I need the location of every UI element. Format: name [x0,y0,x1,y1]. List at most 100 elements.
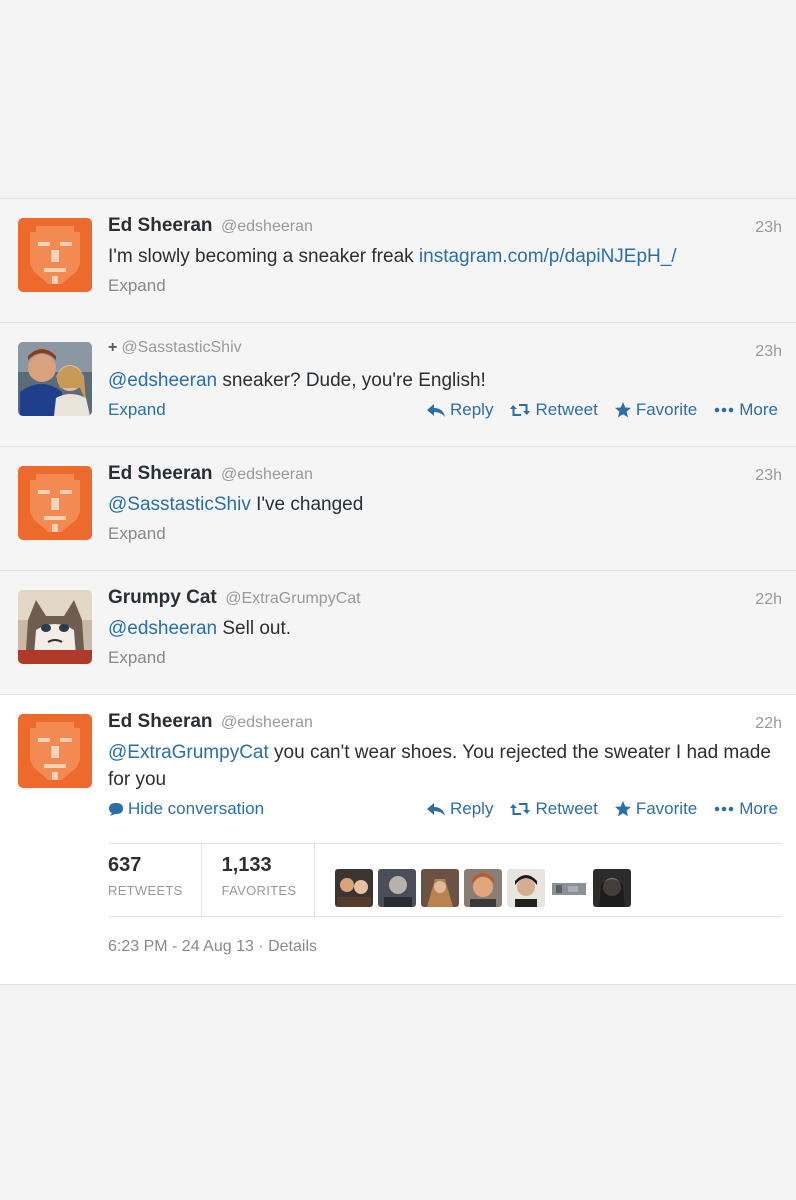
reply-button[interactable]: Reply [426,799,493,819]
expand-link[interactable]: Expand [108,648,166,667]
tweet-timeline: Ed Sheeran @edsheeran 23h I'm slowly bec… [0,198,796,985]
avatar[interactable] [18,342,92,416]
hide-conversation-label: Hide conversation [128,799,265,818]
follow-plus-icon[interactable]: + [108,339,117,356]
retweet-label: Retweet [535,400,598,419]
retweets-label: RETWEETS [108,883,183,898]
avatar[interactable] [18,218,92,292]
retweet-button[interactable]: Retweet [509,799,598,819]
favoriter-avatars [335,844,632,916]
favorite-label: Favorite [635,400,698,419]
tweet-mention[interactable]: @ExtraGrumpyCat [108,742,269,763]
favoriter-avatar[interactable] [593,869,632,907]
favorite-label: Favorite [635,799,698,818]
tweet-username[interactable]: @edsheeran [221,714,313,731]
tweet-username[interactable]: @edsheeran [221,218,313,235]
timestamp-separator: · [253,938,269,955]
retweets-count: 637 [108,854,142,876]
star-icon [614,800,632,818]
tweet-text: I'm slowly becoming a sneaker freak inst… [108,243,782,270]
expand-link[interactable]: Expand [108,524,166,543]
retweet-icon [509,801,531,817]
favorites-stat[interactable]: 1,133 FAVORITES [222,844,316,916]
star-icon [614,401,632,419]
tweet-item[interactable]: Grumpy Cat @ExtraGrumpyCat 22h @edsheera… [0,570,796,694]
tweet-username[interactable]: @SasstasticShiv [121,339,241,356]
tweet-item-expanded[interactable]: Ed Sheeran @edsheeran 22h @ExtraGrumpyCa… [0,694,796,985]
retweet-icon [509,402,531,418]
retweet-label: Retweet [535,799,598,818]
favoriter-avatar[interactable] [464,869,503,907]
more-icon [713,406,735,414]
details-link[interactable]: Details [268,938,317,955]
tweet-time[interactable]: 22h [755,591,782,609]
timestamp-text[interactable]: 6:23 PM - 24 Aug 13 [108,938,254,955]
favoriter-avatar[interactable] [335,869,374,907]
tweet-text: @ExtraGrumpyCat you can't wear shoes. Yo… [108,739,782,793]
user-photo-icon [421,869,460,907]
reply-icon [426,801,446,817]
tweet-text-body: sneaker? Dude, you're English! [217,370,486,391]
user-photo-icon [593,869,632,907]
ed-sheeran-avatar-icon [18,466,92,540]
couple-avatar-icon [18,342,92,416]
user-photo-icon [507,869,546,907]
tweet-item[interactable]: + @SasstasticShiv 23h @edsheeran sneaker?… [0,322,796,446]
favorites-count: 1,133 [221,854,272,876]
tweet-time[interactable]: 23h [755,467,782,485]
more-label: More [739,400,778,419]
tweet-text-body: Sell out. [217,618,292,639]
tweet-fullname[interactable]: Ed Sheeran [108,711,213,732]
tweet-mention[interactable]: @edsheeran [108,370,217,391]
tweet-username[interactable]: @edsheeran [221,466,313,483]
grumpy-cat-avatar-icon [18,590,92,664]
avatar[interactable] [18,466,92,540]
tweet-time[interactable]: 23h [755,343,782,361]
tweet-text-body: I've changed [250,494,364,515]
reply-icon [426,402,446,418]
tweet-text-body: I'm slowly becoming a sneaker freak [108,246,419,267]
tweet-timestamp: 6:23 PM - 24 Aug 13 · Details [108,938,317,956]
favoriter-avatar[interactable] [507,869,546,907]
tweet-item[interactable]: Ed Sheeran @edsheeran 23h @SasstasticShi… [0,446,796,570]
hide-conversation-link[interactable]: Hide conversation [108,799,264,819]
tweet-fullname[interactable]: Ed Sheeran [108,215,213,236]
tweet-time[interactable]: 23h [755,219,782,237]
favoriter-avatar[interactable] [378,869,417,907]
avatar[interactable] [18,714,92,788]
tweet-mention[interactable]: @edsheeran [108,618,217,639]
favorite-button[interactable]: Favorite [614,400,697,420]
favoriter-avatar[interactable] [421,869,460,907]
tweet-fullname[interactable]: Grumpy Cat [108,587,217,608]
tweet-username[interactable]: @ExtraGrumpyCat [225,590,360,607]
user-photo-icon [335,869,374,907]
favorite-button[interactable]: Favorite [614,799,697,819]
tweet-actions: Reply Retweet Favorite More [426,799,778,819]
favoriter-avatar[interactable] [550,869,589,907]
more-button[interactable]: More [713,400,778,420]
avatar[interactable] [18,590,92,664]
reply-label: Reply [450,799,494,818]
more-icon [713,805,735,813]
reply-button[interactable]: Reply [426,400,493,420]
user-photo-icon [550,869,589,907]
tweet-link[interactable]: instagram.com/p/dapiNJEpH_/ [419,246,677,267]
tweet-time[interactable]: 22h [755,715,782,733]
reply-label: Reply [450,400,494,419]
tweet-item[interactable]: Ed Sheeran @edsheeran 23h I'm slowly bec… [0,198,796,322]
ed-sheeran-avatar-icon [18,218,92,292]
tweet-mention[interactable]: @SasstasticShiv [108,494,251,515]
expand-link[interactable]: Expand [108,400,166,419]
more-button[interactable]: More [713,799,778,819]
user-photo-icon [378,869,417,907]
retweets-stat[interactable]: 637 RETWEETS [108,844,202,916]
expand-link[interactable]: Expand [108,276,166,295]
tweet-text: @edsheeran Sell out. [108,615,782,642]
user-photo-icon [464,869,503,907]
speech-bubble-icon [108,801,124,817]
tweet-fullname[interactable]: Ed Sheeran [108,463,213,484]
favorites-label: FAVORITES [221,883,297,898]
retweet-button[interactable]: Retweet [509,400,598,420]
tweet-text: @SasstasticShiv I've changed [108,491,782,518]
tweet-stats: 637 RETWEETS 1,133 FAVORITES [108,843,782,917]
